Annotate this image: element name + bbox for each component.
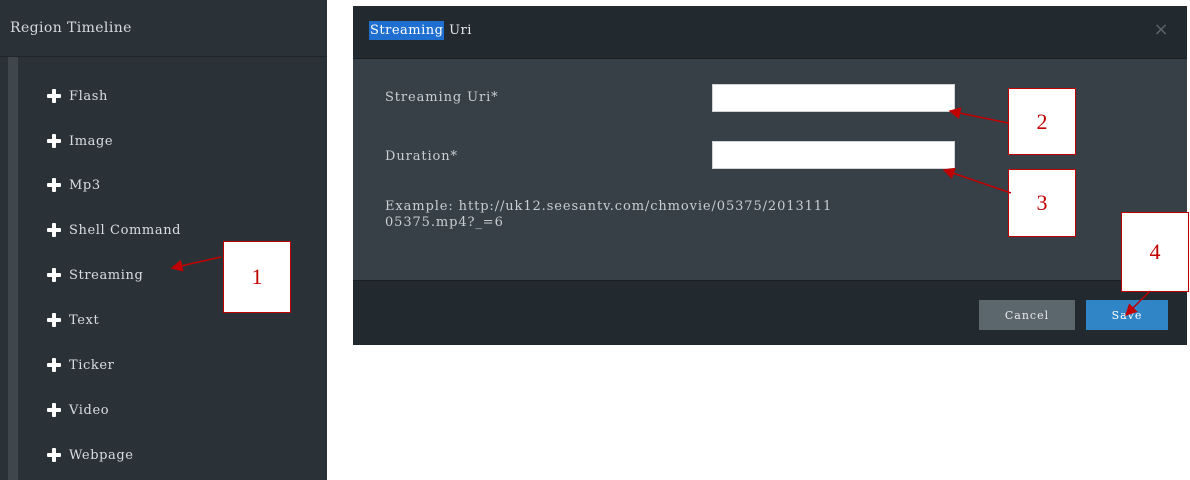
widget-item-shell-command[interactable]: Shell Command bbox=[46, 218, 181, 242]
widget-item-mp3[interactable]: Mp3 bbox=[46, 173, 101, 197]
widget-item-ticker[interactable]: Ticker bbox=[46, 353, 115, 377]
cancel-button[interactable]: Cancel bbox=[979, 300, 1075, 330]
plus-icon bbox=[46, 177, 62, 193]
close-icon[interactable]: × bbox=[1153, 21, 1169, 39]
widget-item-label: Shell Command bbox=[69, 222, 182, 238]
plus-icon bbox=[46, 312, 62, 328]
annotation-callout-2: 2 bbox=[1008, 88, 1076, 155]
duration-input[interactable] bbox=[712, 141, 955, 169]
save-button[interactable]: Save bbox=[1086, 300, 1168, 330]
widget-item-label: Ticker bbox=[69, 357, 115, 373]
dialog-header: Streaming Uri × bbox=[353, 6, 1187, 59]
example-hint: Example: http://uk12.seesantv.com/chmovi… bbox=[385, 199, 833, 230]
widget-item-label: Text bbox=[69, 312, 100, 328]
dialog-title-highlight: Streaming bbox=[369, 21, 445, 40]
widget-item-video[interactable]: Video bbox=[46, 398, 109, 422]
panel-header: Region Timeline bbox=[0, 0, 327, 57]
widget-item-text[interactable]: Text bbox=[46, 308, 99, 332]
annotation-callout-1: 1 bbox=[223, 241, 291, 313]
annotation-callout-3: 3 bbox=[1008, 169, 1076, 237]
dialog-footer: Cancel Save bbox=[353, 280, 1187, 345]
region-timeline-panel: Region Timeline Flash Image Mp3 Shell Co… bbox=[0, 0, 327, 480]
plus-icon bbox=[46, 222, 62, 238]
widget-item-streaming[interactable]: Streaming bbox=[46, 263, 143, 287]
plus-icon bbox=[46, 447, 62, 463]
widget-item-label: Streaming bbox=[69, 267, 144, 283]
widget-item-label: Mp3 bbox=[69, 177, 101, 193]
plus-icon bbox=[46, 133, 62, 149]
plus-icon bbox=[46, 88, 62, 104]
annotation-callout-4: 4 bbox=[1121, 212, 1189, 292]
dialog-title-rest: Uri bbox=[444, 23, 472, 38]
streaming-uri-input[interactable] bbox=[712, 84, 955, 112]
streaming-uri-label: Streaming Uri* bbox=[385, 90, 499, 105]
plus-icon bbox=[46, 357, 62, 373]
widget-item-image[interactable]: Image bbox=[46, 129, 113, 153]
plus-icon bbox=[46, 402, 62, 418]
widget-item-webpage[interactable]: Webpage bbox=[46, 443, 134, 467]
panel-title: Region Timeline bbox=[10, 20, 132, 36]
dialog-title: Streaming Uri bbox=[369, 21, 472, 40]
plus-icon bbox=[46, 267, 62, 283]
duration-label: Duration* bbox=[385, 149, 458, 164]
widget-item-label: Webpage bbox=[69, 447, 134, 463]
widget-item-label: Image bbox=[69, 133, 114, 149]
widget-item-flash[interactable]: Flash bbox=[46, 84, 108, 108]
widget-item-label: Video bbox=[69, 402, 110, 418]
widget-item-label: Flash bbox=[69, 88, 108, 104]
